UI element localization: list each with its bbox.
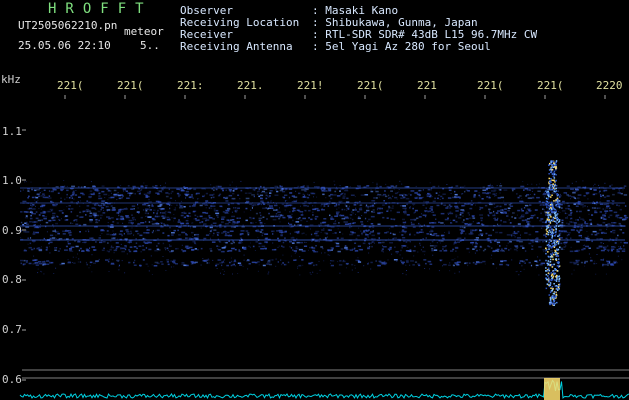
spectrogram-noise [20,180,629,276]
spectrogram-plot [19,95,629,400]
bottom-amplitude-trace [19,378,629,400]
meteor-echo [545,160,561,306]
